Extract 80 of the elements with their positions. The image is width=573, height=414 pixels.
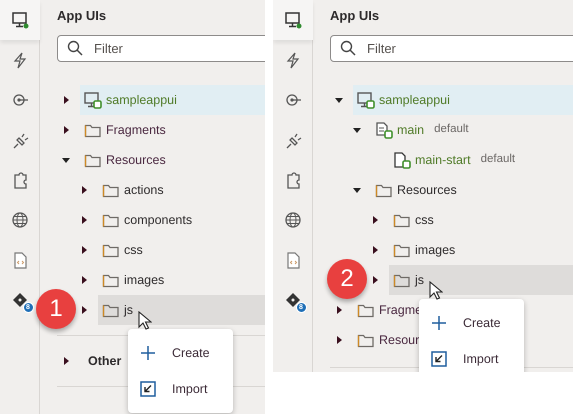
tree-item[interactable]: main-start default	[389, 145, 516, 175]
monitor-icon	[84, 91, 102, 109]
tree-item[interactable]: actions	[98, 175, 164, 205]
sidebar-tab[interactable]	[273, 0, 312, 40]
globe-icon	[10, 211, 28, 229]
expanded-caret-icon[interactable]	[334, 95, 344, 105]
item-label: Resources	[106, 152, 166, 169]
step-number-badge: 1	[36, 289, 76, 329]
filter-field[interactable]: Filter	[57, 35, 265, 62]
menu-item[interactable]: Import	[128, 371, 233, 407]
collapsed-caret-icon[interactable]	[61, 95, 71, 105]
tree-item[interactable]: js	[389, 265, 573, 295]
tag-icon	[284, 291, 302, 309]
step-number-badge: 2	[327, 259, 367, 299]
document-icon	[375, 121, 393, 139]
collapsed-caret-icon[interactable]	[370, 215, 380, 225]
item-label: js	[415, 272, 424, 289]
item-label: Fragments	[106, 122, 166, 139]
expanded-caret-icon[interactable]	[352, 125, 362, 135]
tree-item[interactable]: Fragments	[80, 115, 166, 145]
menu-item[interactable]: Create	[128, 335, 233, 371]
collapsed-caret-icon[interactable]	[79, 275, 89, 285]
monitor-icon	[357, 91, 375, 109]
item-label: components	[124, 212, 192, 229]
collapsed-caret-icon[interactable]	[370, 275, 380, 285]
tag-icon	[10, 291, 28, 309]
collapsed-caret-icon[interactable]	[61, 356, 71, 366]
tree-item[interactable]: images	[389, 235, 456, 265]
collapsed-caret-icon[interactable]	[79, 215, 89, 225]
collapsed-caret-icon[interactable]	[79, 245, 89, 255]
tree-item[interactable]: sampleappui	[80, 85, 265, 115]
monitor-icon	[10, 11, 28, 29]
plus-icon	[431, 315, 447, 331]
expanded-caret-icon[interactable]	[61, 155, 71, 165]
item-label: images	[415, 242, 456, 259]
item-label: main-start	[415, 152, 471, 169]
item-label: js	[124, 302, 134, 319]
item-label: main	[397, 122, 424, 139]
panel-title: App UIs	[330, 7, 380, 25]
monitor-icon	[284, 11, 302, 29]
collapsed-caret-icon[interactable]	[79, 305, 89, 315]
menu-item[interactable]: Import	[419, 341, 524, 372]
search-icon	[67, 40, 83, 56]
document-icon	[393, 151, 411, 169]
collapsed-caret-icon[interactable]	[79, 185, 89, 195]
plus-icon	[140, 345, 156, 361]
panel-title: App UIs	[57, 7, 108, 25]
globe-icon	[284, 211, 302, 229]
tree-item[interactable]: main default	[371, 115, 469, 145]
collapsed-caret-icon[interactable]	[61, 125, 71, 135]
tree-item[interactable]: js	[98, 295, 265, 325]
item-label: sampleappui	[379, 92, 450, 109]
item-tag: default	[480, 151, 516, 169]
item-label: css	[415, 212, 434, 229]
menu-item[interactable]: Create	[419, 305, 524, 341]
search-icon	[340, 40, 356, 56]
item-label: Resources	[397, 182, 457, 199]
import-icon	[140, 381, 156, 397]
item-label: css	[124, 242, 143, 259]
expanded-caret-icon[interactable]	[352, 185, 362, 195]
tree-item[interactable]: components	[98, 205, 192, 235]
collapsed-caret-icon[interactable]	[334, 335, 344, 345]
tree-item[interactable]: Resources	[80, 145, 166, 175]
tree-item[interactable]: Resour	[353, 325, 420, 355]
import-icon	[431, 351, 447, 367]
section-label[interactable]: Other	[88, 352, 122, 370]
item-label: Resour	[379, 332, 420, 349]
tree-item[interactable]: sampleappui	[353, 85, 573, 115]
tree-item[interactable]: images	[98, 265, 164, 295]
filter-field[interactable]: Filter	[330, 35, 573, 62]
item-label: images	[124, 272, 164, 289]
collapsed-caret-icon[interactable]	[334, 305, 344, 315]
tree-item[interactable]: Resources	[371, 175, 457, 205]
sidebar-tab[interactable]	[0, 0, 40, 40]
item-label: sampleappui	[106, 92, 177, 109]
item-tag: default	[434, 121, 469, 139]
tree-item[interactable]: css	[98, 235, 143, 265]
item-label: actions	[124, 182, 164, 199]
tree-item[interactable]: css	[389, 205, 434, 235]
collapsed-caret-icon[interactable]	[370, 245, 380, 255]
